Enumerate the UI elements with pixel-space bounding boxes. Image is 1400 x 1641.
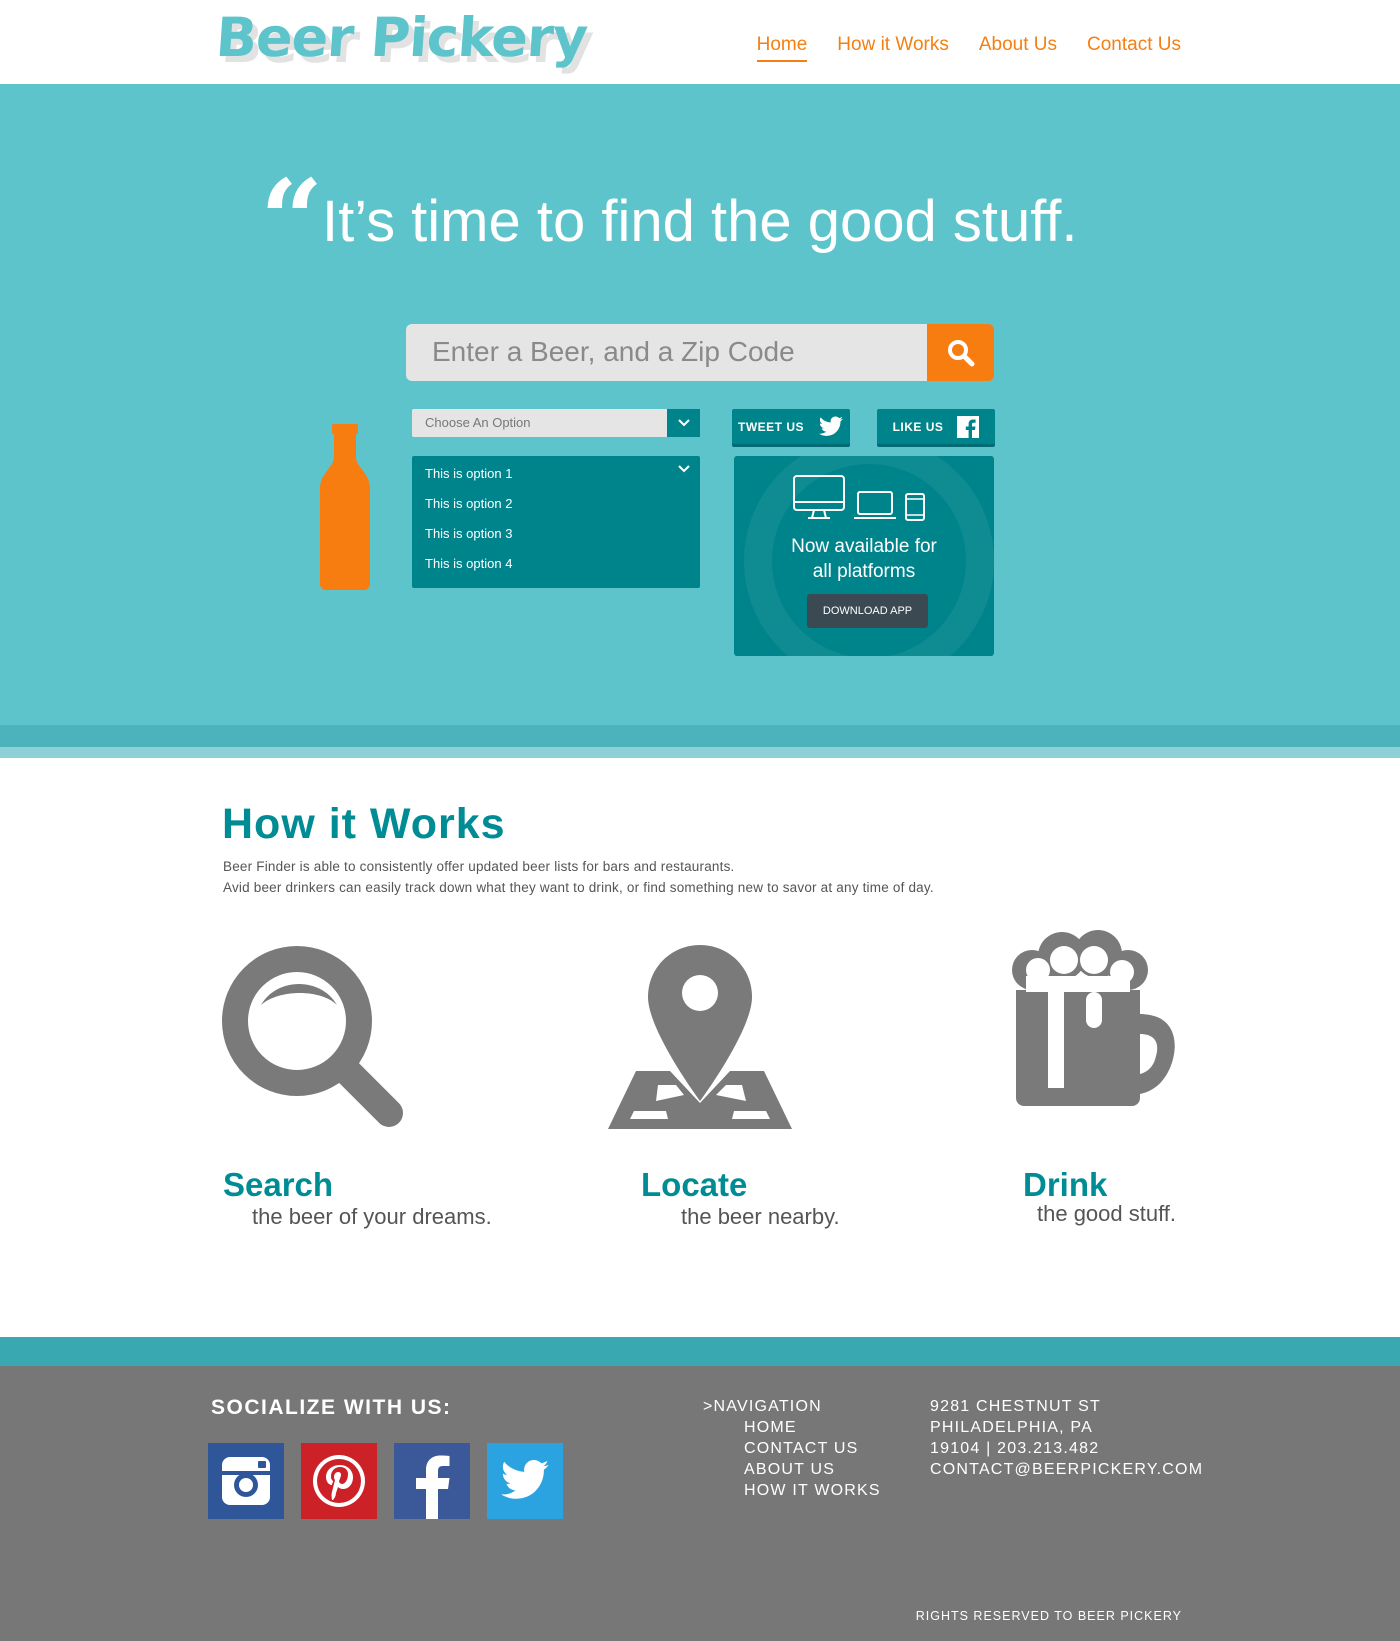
options-list: This is option 1 This is option 2 This i… <box>412 456 700 588</box>
chevron-down-icon[interactable] <box>667 409 700 437</box>
hero-section <box>0 84 1400 725</box>
option-select[interactable]: Choose An Option <box>412 409 700 437</box>
footer-divider <box>0 1337 1400 1366</box>
pinterest-link[interactable] <box>301 1443 377 1519</box>
download-app-button[interactable]: DOWNLOAD APP <box>807 594 928 628</box>
address-street: 9281 CHESTNUT ST <box>930 1398 1101 1415</box>
logo[interactable]: Beer Pickery <box>214 6 589 69</box>
facebook-icon <box>416 1455 450 1519</box>
footer-link-contact-us[interactable]: CONTACT US <box>744 1440 859 1458</box>
app-title-line1: Now available for <box>791 536 937 557</box>
search-icon <box>947 339 974 366</box>
tweet-us-button[interactable]: TWEET US <box>732 409 850 444</box>
option-item[interactable]: This is option 4 <box>425 556 512 571</box>
instagram-icon <box>222 1457 270 1505</box>
app-title-line2: all platforms <box>812 561 916 582</box>
footer-link-about-us[interactable]: ABOUT US <box>744 1461 835 1479</box>
site-footer: SOCIALIZE WITH US: >NAVIGATION HOME CONT… <box>0 1366 1400 1641</box>
address-city: PHILADELPHIA, PA <box>930 1419 1093 1436</box>
step-title-drink: Drink <box>1023 1166 1108 1203</box>
footer-link-how-it-works[interactable]: HOW IT WORKS <box>744 1482 881 1500</box>
option-item[interactable]: This is option 3 <box>425 526 512 541</box>
step-title-search: Search <box>223 1166 334 1203</box>
like-us-button[interactable]: LIKE US <box>877 409 995 444</box>
section-description: Beer Finder is able to consistently offe… <box>223 856 934 898</box>
option-item[interactable]: This is option 1 <box>425 466 512 481</box>
step-subtitle-drink: the good stuff. <box>1037 1201 1177 1226</box>
contact-email[interactable]: CONTACT@BEERPICKERY.COM <box>930 1461 1203 1479</box>
devices-icon <box>793 475 925 521</box>
beer-bottle-icon <box>320 424 370 590</box>
section-title: How it Works <box>222 800 506 848</box>
step-title-locate: Locate <box>641 1166 748 1203</box>
hero-divider-light <box>0 747 1400 758</box>
nav-contact-us[interactable]: Contact Us <box>1087 34 1181 62</box>
nav-home[interactable]: Home <box>756 34 808 62</box>
desc-line: Beer Finder is able to consistently offe… <box>223 859 735 874</box>
twitter-link[interactable] <box>487 1443 563 1519</box>
site-header: Beer Pickery Home How it Works About Us … <box>0 0 1400 84</box>
chevron-down-icon[interactable] <box>677 464 691 474</box>
pinterest-icon <box>313 1455 365 1507</box>
beer-mug-icon <box>1012 930 1175 1106</box>
twitter-icon <box>501 1459 549 1499</box>
map-pin-icon <box>608 945 792 1129</box>
footer-link-home[interactable]: HOME <box>744 1419 797 1437</box>
address-zip-phone: 19104 | 203.213.482 <box>930 1440 1100 1457</box>
nav-how-it-works[interactable]: How it Works <box>837 34 949 62</box>
tweet-us-label: TWEET US <box>738 419 804 434</box>
step-subtitle-locate: the beer nearby. <box>681 1204 840 1229</box>
option-item[interactable]: This is option 2 <box>425 496 512 511</box>
quote-mark: “ <box>260 155 324 284</box>
footer-nav-heading: >NAVIGATION <box>703 1398 822 1415</box>
app-card-title: Now available for all platforms <box>734 534 994 584</box>
search-button[interactable] <box>927 324 994 381</box>
step-subtitle-search: the beer of your dreams. <box>252 1204 492 1229</box>
facebook-icon <box>957 415 980 438</box>
search-input[interactable]: Enter a Beer, and a Zip Code <box>406 324 928 381</box>
select-value: Choose An Option <box>425 415 531 430</box>
nav-about-us[interactable]: About Us <box>979 34 1057 62</box>
twitter-icon <box>819 415 843 436</box>
app-promo-card: Now available for all platforms DOWNLOAD… <box>734 456 994 656</box>
like-us-label: LIKE US <box>892 419 944 434</box>
copyright-text: RIGHTS RESERVED TO BEER PICKERY <box>915 1609 1182 1623</box>
socialize-heading: SOCIALIZE WITH US: <box>211 1396 452 1419</box>
facebook-link[interactable] <box>394 1443 470 1519</box>
main-nav: Home How it Works About Us Contact Us <box>756 34 1181 62</box>
instagram-link[interactable] <box>208 1443 284 1519</box>
hero-headline: It’s time to find the good stuff. <box>322 189 1078 254</box>
hero-divider <box>0 725 1400 747</box>
desc-line: Avid beer drinkers can easily track down… <box>223 880 934 895</box>
magnifier-icon <box>222 946 403 1127</box>
